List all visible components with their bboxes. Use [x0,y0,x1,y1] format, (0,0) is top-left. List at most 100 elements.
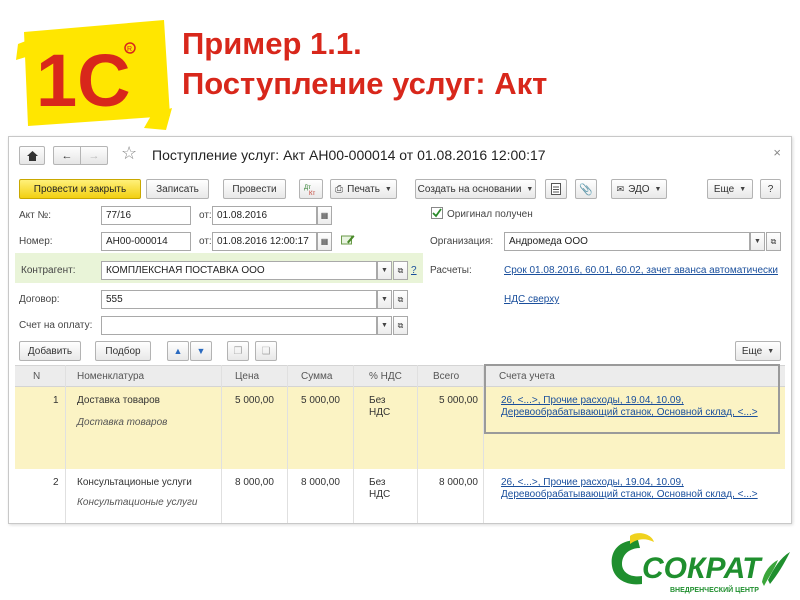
svg-text:R: R [127,46,132,53]
original-received-checkbox[interactable] [431,207,443,219]
act-date-calendar-button[interactable]: ▦ [317,206,332,225]
contract-input[interactable]: 555 [101,290,377,309]
chevron-down-icon: ▼ [384,185,392,193]
more-button[interactable]: Еще ▼ [707,179,753,199]
column-header-price[interactable]: Цена [235,371,259,382]
pick-button[interactable]: Подбор [95,341,151,361]
slide-title: Пример 1.1. Поступление услуг: Акт [182,24,547,104]
dt-kt-icon: ДтКт [304,185,315,196]
move-up-button[interactable]: ▲ [167,341,189,361]
number-input[interactable]: АН00-000014 [101,232,191,251]
edit-number-icon[interactable] [341,234,355,249]
post-and-close-button[interactable]: Провести и закрыть [19,179,141,199]
table-more-button[interactable]: Еще ▼ [735,341,781,361]
contract-label: Договор: [19,294,60,305]
row-sum: 8 000,00 [301,477,340,488]
chevron-down-icon: ▼ [381,296,388,303]
row-number: 2 [53,477,59,488]
column-header-item[interactable]: Номенклатура [77,371,144,382]
document-icon [551,183,561,195]
create-based-on-label: Создать на основании [417,183,522,195]
column-header-sum[interactable]: Сумма [301,371,332,382]
back-button[interactable]: ← [53,146,81,165]
chevron-down-icon: ▼ [381,267,388,274]
row-vat-line2: НДС [369,489,391,500]
row-total: 5 000,00 [439,395,478,406]
organization-dropdown-button[interactable]: ▼ [750,232,765,251]
close-icon[interactable]: × [773,145,781,160]
number-date-from-label: от: [199,236,212,247]
help-button[interactable]: ? [760,179,781,199]
contract-dropdown-button[interactable]: ▼ [377,290,392,309]
copy-row-button[interactable]: ❐ [227,341,249,361]
number-date-calendar-button[interactable]: ▦ [317,232,332,251]
print-button[interactable]: ⎙ Печать ▼ [330,179,397,199]
contractor-help-link[interactable]: ? [411,265,417,276]
number-date-input[interactable]: 01.08.2016 12:00:17 [212,232,317,251]
attach-file-button[interactable]: 📎 [575,179,597,199]
paste-icon: ❏ [261,345,271,357]
svg-text:Кт: Кт [309,191,315,196]
act-no-input[interactable]: 77/16 [101,206,191,225]
logo-sokrat-text: СОКРАТ [642,552,763,585]
move-down-button[interactable]: ▼ [190,341,212,361]
invoice-dropdown-button[interactable]: ▼ [377,316,392,335]
contractor-open-button[interactable]: ⧉ [393,261,408,280]
favorite-star-icon[interactable]: ☆ [121,143,137,164]
contractor-label: Контрагент: [21,265,76,276]
calendar-icon: ▦ [320,211,329,220]
invoice-open-button[interactable]: ⧉ [393,316,408,335]
forward-button[interactable]: → [80,146,108,165]
chevron-down-icon: ▼ [767,347,775,355]
contractor-input[interactable]: КОМПЛЕКСНАЯ ПОСТАВКА ООО [101,261,377,280]
settlements-link[interactable]: Срок 01.08.2016, 60.01, 60.02, зачет ава… [504,265,778,276]
table-row[interactable]: 2 Консультационые услуги Консультационые… [15,469,785,523]
invoice-input[interactable] [101,316,377,335]
organization-input[interactable]: Андромеда ООО [504,232,750,251]
row-accounts-link-line1[interactable]: 26, <...>, Прочие расходы, 19.04, 10.09, [501,477,684,488]
post-button[interactable]: Провести [223,179,286,199]
chevron-down-icon: ▼ [381,322,388,329]
document-list-button[interactable] [545,179,567,199]
copy-icon: ❐ [233,345,243,357]
add-row-button[interactable]: Добавить [19,341,81,361]
dt-kt-button[interactable]: Дт Кт [299,179,323,199]
column-separator [417,365,418,523]
edo-button[interactable]: ✉ ЭДО ▼ [611,179,667,199]
paste-row-button[interactable]: ❏ [255,341,277,361]
act-date-input[interactable]: 01.08.2016 [212,206,317,225]
home-button[interactable] [19,146,45,165]
invoice-label: Счет на оплату: [19,320,93,331]
row-item-content: Доставка товаров [77,417,168,428]
calendar-icon: ▦ [320,237,329,246]
row-item: Консультационые услуги [77,477,192,488]
logo-1c-text: 1С [36,39,131,122]
more-button-label: Еще [713,183,735,195]
open-icon: ⧉ [397,265,404,275]
arrow-down-icon: ▼ [196,346,206,356]
save-button[interactable]: Записать [146,179,209,199]
home-icon [26,150,38,161]
window-title: Поступление услуг: Акт АН00-000014 от 01… [152,147,546,163]
table-more-label: Еще [741,345,763,357]
column-header-total[interactable]: Всего [433,371,459,382]
column-header-n[interactable]: N [33,371,40,382]
row-total: 8 000,00 [439,477,478,488]
column-separator [221,365,222,523]
chevron-down-icon: ▼ [654,185,662,193]
contract-open-button[interactable]: ⧉ [393,290,408,309]
slide-title-line1: Пример 1.1. [182,26,362,61]
logo-1c: 1С R [16,20,172,130]
row-accounts-link-line2[interactable]: Деревообрабатывающий станок, Основной ск… [501,489,758,500]
create-based-on-button[interactable]: Создать на основании ▼ [415,179,536,199]
printer-icon: ⎙ [335,183,344,195]
contractor-dropdown-button[interactable]: ▼ [377,261,392,280]
row-vat-line1: Без [369,395,386,406]
original-received-label: Оригинал получен [447,209,533,220]
vat-on-top-link[interactable]: НДС сверху [504,294,559,305]
organization-label: Организация: [430,236,494,247]
column-header-vat[interactable]: % НДС [369,371,402,382]
organization-open-button[interactable]: ⧉ [766,232,781,251]
arrow-left-icon: ← [61,149,73,162]
row-vat-line2: НДС [369,407,391,418]
